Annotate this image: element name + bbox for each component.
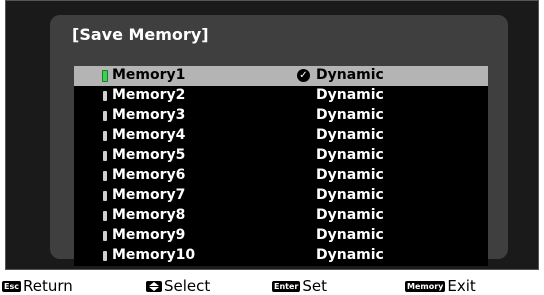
memory-mode: Dynamic [316, 67, 384, 83]
save-memory-dialog: [Save Memory] Memory1 ✓ Dynamic Memory2 … [50, 15, 508, 266]
return-label: Return [22, 277, 73, 295]
return-hint[interactable]: Esc Return [2, 277, 73, 295]
exit-label: Exit [447, 277, 476, 295]
memory-slot-marker-icon [103, 251, 107, 261]
memory-slot-marker-icon [103, 191, 107, 201]
memory-mode: Dynamic [316, 127, 384, 143]
memory-slot-marker-icon [103, 231, 107, 241]
check-icon: ✓ [297, 69, 310, 82]
memory-row-7[interactable]: Memory7 Dynamic [74, 186, 488, 206]
memory-name: Memory9 [112, 227, 186, 243]
button-guide: Esc Return Select Enter Set Memory Exit [0, 277, 544, 295]
memory-mode: Dynamic [316, 107, 384, 123]
memory-slot-marker-icon [103, 151, 107, 161]
select-hint[interactable]: Select [146, 277, 211, 295]
memory-slot-marker-icon [103, 171, 107, 181]
memory-row-1[interactable]: Memory1 ✓ Dynamic [74, 66, 488, 86]
exit-hint[interactable]: Memory Exit [405, 277, 476, 295]
memory-list: Memory1 ✓ Dynamic Memory2 Dynamic Memory… [74, 66, 488, 266]
memory-name: Memory7 [112, 187, 186, 203]
dialog-title: [Save Memory] [72, 25, 209, 44]
set-label: Set [302, 277, 327, 295]
memory-name: Memory10 [112, 247, 196, 263]
memory-row-5[interactable]: Memory5 Dynamic [74, 146, 488, 166]
memory-mode: Dynamic [316, 187, 384, 203]
up-down-arrows-icon [146, 280, 162, 292]
memory-row-9[interactable]: Memory9 Dynamic [74, 226, 488, 246]
memory-mode: Dynamic [316, 147, 384, 163]
memory-row-2[interactable]: Memory2 Dynamic [74, 86, 488, 106]
select-label: Select [164, 277, 211, 295]
memory-mode: Dynamic [316, 167, 384, 183]
memory-row-10[interactable]: Memory10 Dynamic [74, 246, 488, 266]
memory-slot-marker-icon [103, 131, 107, 141]
memory-name: Memory2 [112, 87, 186, 103]
memory-mode: Dynamic [316, 227, 384, 243]
esc-key-icon: Esc [2, 280, 21, 292]
projector-screen: [Save Memory] Memory1 ✓ Dynamic Memory2 … [5, 0, 539, 270]
memory-slot-marker-icon [102, 70, 108, 82]
memory-name: Memory5 [112, 147, 186, 163]
set-hint[interactable]: Enter Set [272, 277, 327, 295]
memory-slot-marker-icon [103, 211, 107, 221]
memory-mode: Dynamic [316, 247, 384, 263]
memory-slot-marker-icon [103, 91, 107, 101]
memory-name: Memory8 [112, 207, 186, 223]
memory-name: Memory3 [112, 107, 186, 123]
memory-row-3[interactable]: Memory3 Dynamic [74, 106, 488, 126]
memory-row-6[interactable]: Memory6 Dynamic [74, 166, 488, 186]
enter-key-icon: Enter [272, 280, 301, 292]
memory-row-4[interactable]: Memory4 Dynamic [74, 126, 488, 146]
memory-mode: Dynamic [316, 87, 384, 103]
memory-name: Memory1 [112, 67, 186, 83]
memory-name: Memory4 [112, 127, 186, 143]
memory-name: Memory6 [112, 167, 186, 183]
memory-slot-marker-icon [103, 111, 107, 121]
memory-key-icon: Memory [405, 280, 446, 292]
memory-mode: Dynamic [316, 207, 384, 223]
memory-row-8[interactable]: Memory8 Dynamic [74, 206, 488, 226]
